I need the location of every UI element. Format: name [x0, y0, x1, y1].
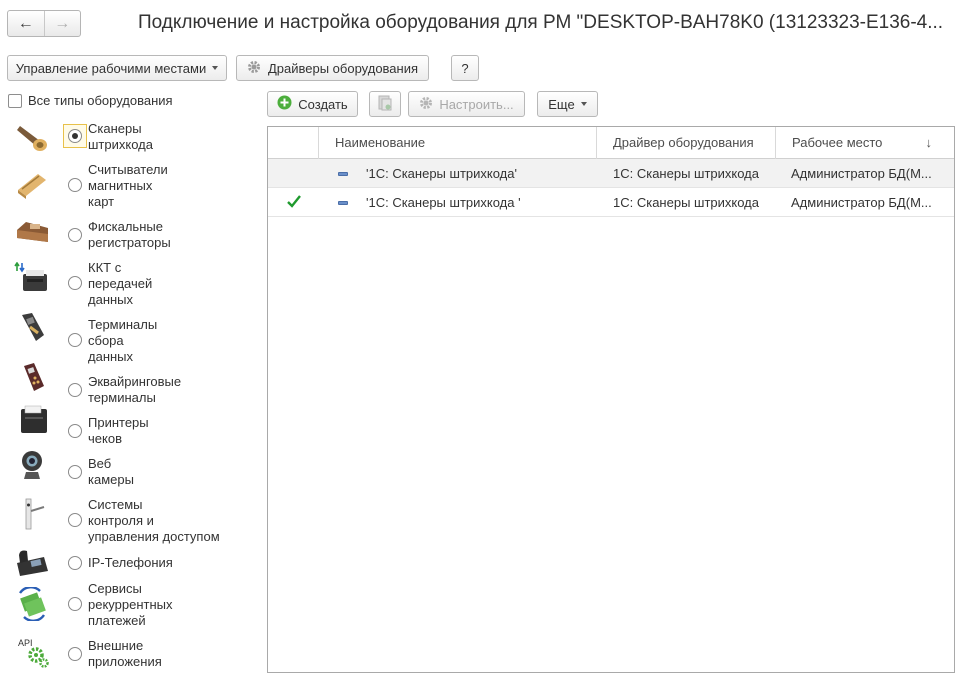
radio-button[interactable]	[68, 129, 82, 143]
equipment-type-item[interactable]: Системы контроля и управления доступом	[8, 497, 258, 545]
equipment-type-label: Терминалы сбора данных	[88, 317, 158, 364]
workplaces-menu-button[interactable]: Управление рабочими местами	[7, 55, 227, 81]
radio-button[interactable]	[68, 276, 82, 290]
equipment-table: Наименование Драйвер оборудования Рабоче…	[267, 126, 955, 673]
column-header-name[interactable]: Наименование	[318, 127, 596, 159]
radio-button[interactable]	[68, 228, 82, 242]
equipment-type-label: Веб камеры	[88, 456, 134, 487]
equipment-type-label: Принтеры чеков	[88, 415, 149, 446]
row-workplace: Администратор БД(М...	[791, 166, 932, 181]
all-types-filter[interactable]: Все типы оборудования	[8, 93, 173, 108]
kkt-icon	[14, 261, 50, 296]
radio-button[interactable]	[68, 383, 82, 397]
navigation-buttons: ← →	[7, 10, 81, 37]
equipment-type-item[interactable]: Считыватели магнитных карт	[8, 162, 258, 210]
configure-button[interactable]: Настроить...	[408, 91, 525, 117]
minus-item-icon	[338, 201, 348, 205]
workplaces-label: Управление рабочими местами	[15, 60, 207, 76]
all-types-label: Все типы оборудования	[28, 93, 173, 108]
radio-button[interactable]	[68, 597, 82, 611]
equipment-type-item[interactable]: IP-Телефония	[8, 550, 258, 576]
equipment-type-label: IP-Телефония	[88, 555, 173, 570]
acquiring-terminal-icon	[14, 360, 50, 394]
copy-icon	[378, 95, 392, 114]
equipment-type-label: ККТ с передачей данных	[88, 260, 153, 307]
help-button[interactable]: ?	[451, 55, 479, 81]
drivers-button[interactable]: Драйверы оборудования	[236, 55, 429, 81]
column-header-workplace[interactable]: Рабочее место ↓	[775, 127, 954, 159]
equipment-type-item[interactable]: API Внешние приложения	[8, 638, 258, 672]
equipment-type-item[interactable]: Фискальные регистраторы	[8, 219, 258, 255]
copy-button[interactable]	[369, 91, 401, 117]
svg-text:API: API	[18, 638, 33, 648]
equipment-type-label: Сервисы рекуррентных платежей	[88, 581, 173, 628]
drivers-label: Драйверы оборудования	[267, 60, 419, 76]
radio-button[interactable]	[68, 424, 82, 438]
radio-button[interactable]	[68, 556, 82, 570]
radio-button[interactable]	[68, 647, 82, 661]
table-row[interactable]: '1С: Сканеры штрихкода ' 1С: Сканеры штр…	[268, 188, 954, 217]
create-button[interactable]: Создать	[267, 91, 358, 117]
api-gears-icon: API	[14, 636, 50, 670]
arrow-left-icon[interactable]: ←	[8, 11, 44, 36]
equipment-type-label: Фискальные регистраторы	[88, 219, 171, 250]
equipment-type-item[interactable]: Сканеры штрихкода	[8, 119, 258, 159]
equipment-type-item[interactable]: ККТ с передачей данных	[8, 260, 258, 308]
recurring-payments-icon	[14, 586, 50, 622]
equipment-type-label: Считыватели магнитных карт	[88, 162, 168, 209]
more-label: Еще	[548, 96, 575, 112]
create-label: Создать	[298, 96, 348, 112]
page-title: Подключение и настройка оборудования для…	[138, 12, 944, 33]
radio-button[interactable]	[68, 513, 82, 527]
equipment-type-label: Эквайринговые терминалы	[88, 374, 182, 405]
equipment-type-label: Системы контроля и управления доступом	[88, 497, 220, 544]
row-name: '1С: Сканеры штрихкода'	[366, 166, 517, 181]
webcam-icon	[14, 448, 50, 482]
all-types-checkbox[interactable]	[8, 93, 22, 108]
column-header-workplace-label: Рабочее место	[792, 135, 883, 150]
equipment-type-label: Сканеры штрихкода	[88, 121, 153, 152]
more-button[interactable]: Еще	[537, 91, 598, 117]
table-row[interactable]: '1С: Сканеры штрихкода' 1С: Сканеры штри…	[268, 159, 954, 188]
equipment-type-item[interactable]: Веб камеры	[8, 451, 258, 492]
table-header: Наименование Драйвер оборудования Рабоче…	[268, 127, 954, 159]
row-workplace: Администратор БД(М...	[791, 195, 932, 210]
radio-button[interactable]	[68, 465, 82, 479]
arrow-right-icon[interactable]: →	[43, 11, 81, 36]
configure-label: Настроить...	[439, 96, 514, 112]
sort-down-arrow-icon[interactable]: ↓	[926, 127, 933, 159]
minus-item-icon	[338, 172, 348, 176]
row-driver: 1С: Сканеры штрихкода	[613, 195, 759, 210]
equipment-type-item[interactable]: Принтеры чеков	[8, 405, 258, 451]
chevron-down-icon	[212, 66, 219, 70]
gear-icon	[419, 96, 433, 113]
equipment-type-label: Внешние приложения	[88, 638, 162, 669]
equipment-type-item[interactable]: Терминалы сбора данных	[8, 313, 258, 365]
fiscal-register-icon	[14, 216, 50, 250]
data-terminal-icon	[14, 311, 50, 345]
radio-button[interactable]	[68, 178, 82, 192]
radio-button[interactable]	[68, 333, 82, 347]
ip-phone-icon	[14, 545, 50, 579]
plus-circle-icon	[277, 95, 292, 113]
equipment-type-item[interactable]: Сервисы рекуррентных платежей	[8, 581, 258, 629]
chevron-down-icon	[580, 102, 587, 106]
receipt-printer-icon	[14, 403, 50, 437]
access-control-icon	[14, 497, 50, 531]
card-reader-icon	[14, 168, 50, 202]
checkmark-icon	[286, 194, 302, 213]
gear-icon	[247, 60, 261, 77]
barcode-scanner-icon	[14, 121, 50, 155]
row-driver: 1С: Сканеры штрихкода	[613, 166, 759, 181]
column-header-driver[interactable]: Драйвер оборудования	[596, 127, 775, 159]
row-name: '1С: Сканеры штрихкода '	[366, 195, 521, 210]
